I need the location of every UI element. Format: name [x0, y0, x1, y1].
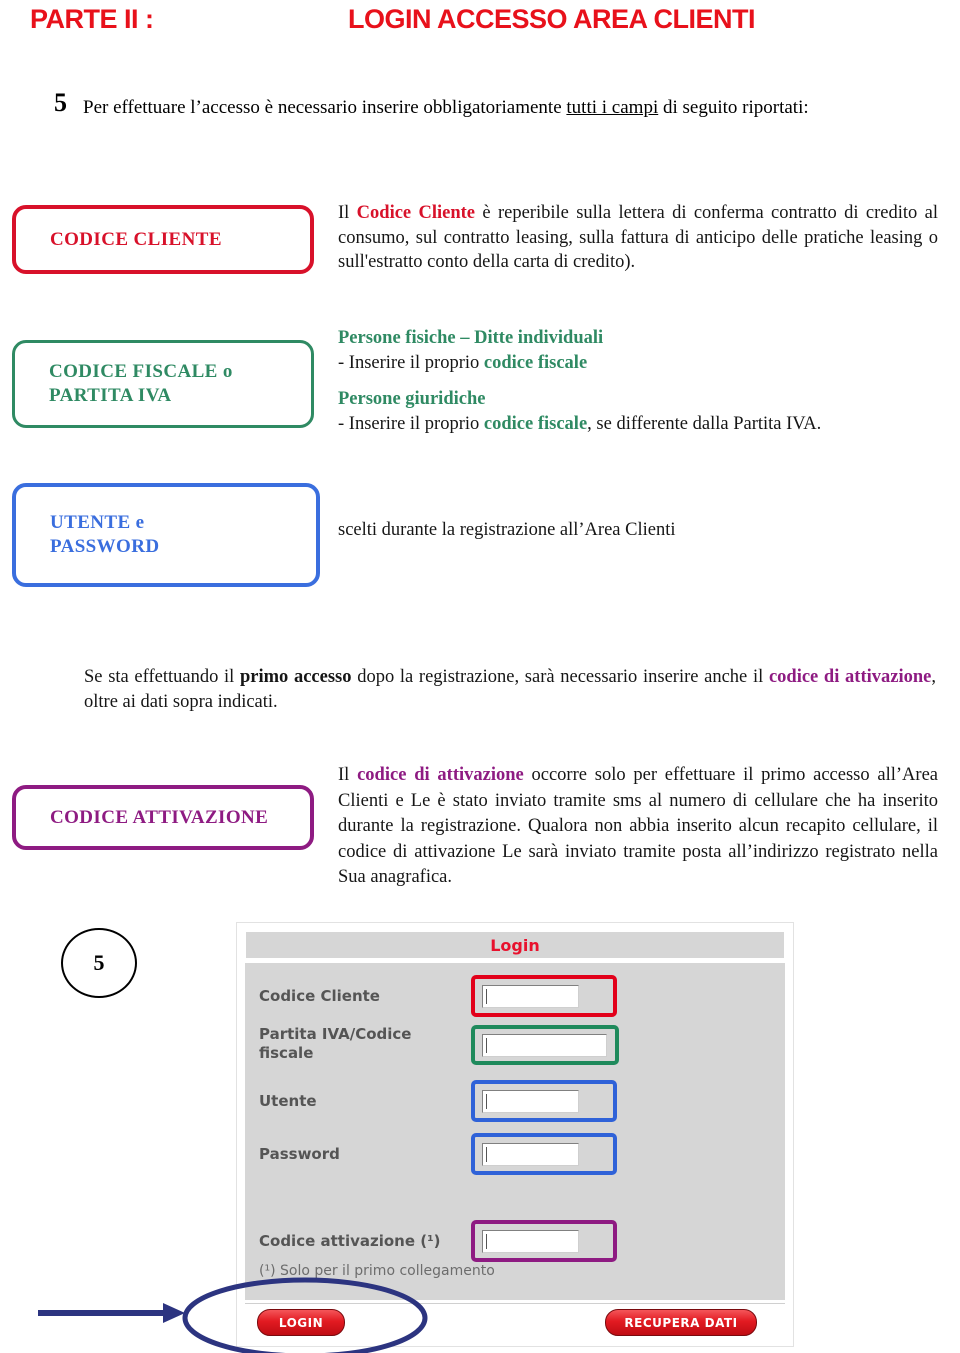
- label-box-codice-attivazione: CODICE ATTIVAZIONE: [12, 785, 314, 850]
- login-form-footer: LOGIN RECUPERA DATI: [245, 1303, 785, 1340]
- heading-persone-fisiche: Persone fisiche – Ditte individuali: [338, 328, 604, 348]
- primo-accesso-part1: Se sta effettuando il: [84, 667, 240, 687]
- form-row-codice-cliente: Codice Cliente: [245, 973, 785, 1019]
- line-persone-fisiche: - Inserire il proprio codice fiscale: [338, 351, 938, 376]
- page-header: PARTE II : LOGIN ACCESSO AREA CLIENTI: [0, 0, 960, 52]
- label-box-utente-password: UTENTE e PASSWORD: [12, 483, 320, 587]
- form-row-utente: Utente: [245, 1078, 785, 1124]
- part-label: PARTE II :: [30, 4, 154, 34]
- primo-accesso-purple1: codice di attivazione: [768, 667, 932, 687]
- field-label-codice-attivazione: Codice attivazione (¹): [259, 1232, 441, 1250]
- label-box-utente-line1: UTENTE e: [50, 512, 145, 533]
- label-box-codice-fiscale-line1: CODICE FISCALE o: [49, 361, 233, 382]
- annotation-arrow-head: [163, 1303, 185, 1323]
- intro-step-number: 5: [54, 88, 67, 117]
- login-button-label: LOGIN: [278, 1315, 324, 1330]
- label-box-codice-attivazione-text: CODICE ATTIVAZIONE: [50, 806, 269, 828]
- input-utente[interactable]: [482, 1090, 579, 1113]
- intro-text-before: Per effettuare l’accesso è necessario in…: [83, 97, 567, 118]
- form-row-partita-iva: Partita IVA/Codice fiscale: [245, 1025, 785, 1071]
- text-caret: [486, 989, 487, 1004]
- para-attivazione-p0: Il: [338, 765, 358, 785]
- paragraph-codice-cliente: Il Codice Cliente è reperibile sulla let…: [338, 201, 938, 275]
- para-attivazione-p1: codice di attivazione: [357, 765, 524, 785]
- intro-text: Per effettuare l’accesso è necessario in…: [83, 97, 943, 119]
- para-codice-cliente-p1: Codice Cliente: [356, 203, 476, 223]
- field-label-password: Password: [259, 1145, 340, 1163]
- line-persone-giuridiche: - Inserire il proprio codice fiscale, se…: [338, 412, 938, 437]
- label-box-codice-fiscale: CODICE FISCALE o PARTITA IVA: [12, 340, 314, 428]
- label-box-codice-fiscale-text: CODICE FISCALE o PARTITA IVA: [49, 360, 233, 408]
- input-partita-iva[interactable]: [482, 1034, 607, 1057]
- paragraph-primo-accesso: Se sta effettuando il primo accesso dopo…: [84, 665, 936, 714]
- text-caret: [486, 1147, 487, 1162]
- field-label-utente: Utente: [259, 1092, 317, 1110]
- paragraph-utente-password: scelti durante la registrazione all’Area…: [338, 520, 676, 540]
- input-codice-attivazione[interactable]: [482, 1230, 579, 1253]
- line2-highlight: codice fiscale: [483, 414, 588, 434]
- intro-text-underlined: tutti i campi: [566, 97, 659, 118]
- para-codice-cliente-p0: Il: [338, 203, 357, 223]
- field-label-partita-iva: Partita IVA/Codice fiscale: [259, 1025, 412, 1062]
- primo-accesso-part2: dopo la registrazione, sarà necessario i…: [351, 667, 769, 687]
- form-row-password: Password: [245, 1131, 785, 1177]
- primo-accesso-bold1: primo accesso: [239, 667, 352, 687]
- page-title: LOGIN ACCESSO AREA CLIENTI: [348, 4, 756, 34]
- login-button[interactable]: LOGIN: [257, 1309, 345, 1336]
- label-box-utente-password-text: UTENTE e PASSWORD: [50, 511, 159, 559]
- line1-highlight: codice fiscale: [483, 353, 588, 373]
- text-caret: [486, 1234, 487, 1249]
- input-password[interactable]: [482, 1143, 579, 1166]
- input-codice-cliente[interactable]: [482, 985, 579, 1008]
- label-box-codice-cliente: CODICE CLIENTE: [12, 205, 314, 274]
- clipped-bottom-text: [244, 1341, 784, 1353]
- label-box-utente-line2: PASSWORD: [50, 536, 160, 557]
- login-form-body: Codice Cliente Partita IVA/Codice fiscal…: [245, 963, 785, 1300]
- paragraph-codice-fiscale: Persone fisiche – Ditte individuali - In…: [338, 326, 938, 437]
- recupera-dati-button-label: RECUPERA DATI: [624, 1315, 738, 1330]
- line2-before: - Inserire il proprio: [338, 414, 484, 434]
- login-form-title-bar: Login: [245, 931, 785, 959]
- intro-text-after: di seguito riportati:: [658, 97, 809, 118]
- step-badge-5: 5: [61, 928, 137, 998]
- text-caret: [486, 1094, 487, 1109]
- text-caret: [486, 1038, 487, 1053]
- recupera-dati-button[interactable]: RECUPERA DATI: [605, 1309, 757, 1336]
- line1-before: - Inserire il proprio: [338, 353, 484, 373]
- label-box-codice-cliente-text: CODICE CLIENTE: [50, 228, 222, 250]
- form-row-codice-attivazione: Codice attivazione (¹): [245, 1218, 785, 1264]
- field-label-codice-cliente: Codice Cliente: [259, 987, 380, 1005]
- heading-persone-giuridiche: Persone giuridiche: [338, 389, 486, 409]
- login-form-footnote: (¹) Solo per il primo collegamento: [259, 1263, 495, 1279]
- label-box-codice-fiscale-line2: PARTITA IVA: [49, 385, 172, 406]
- login-form-title: Login: [490, 935, 540, 955]
- line2-after: , se differente dalla Partita IVA.: [587, 414, 822, 434]
- paragraph-codice-attivazione: Il codice di attivazione occorre solo pe…: [338, 763, 938, 891]
- login-form-screenshot: Login Codice Cliente Partita IVA/Codice …: [236, 922, 794, 1347]
- step-badge-number: 5: [93, 950, 105, 975]
